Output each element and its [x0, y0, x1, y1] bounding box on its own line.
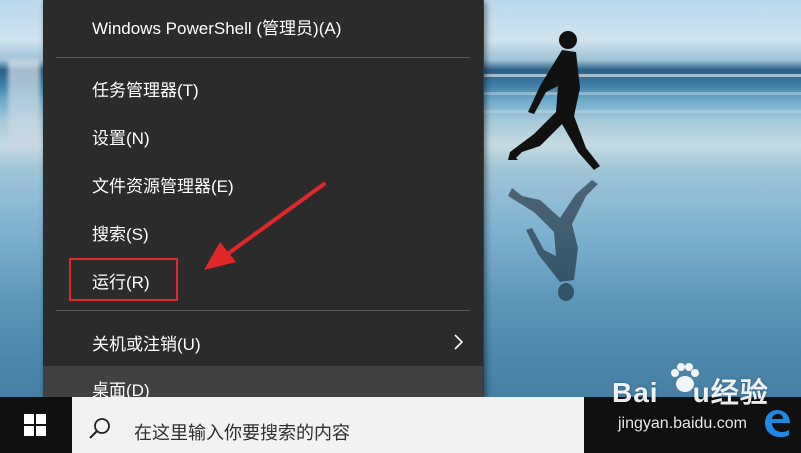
menu-item-powershell-admin[interactable]: Windows PowerShell (管理员)(A): [43, 4, 483, 48]
menu-item-label: 搜索(S): [92, 224, 149, 244]
watermark-url: jingyan.baidu.com: [618, 415, 747, 432]
menu-item-file-explorer[interactable]: 文件资源管理器(E): [43, 162, 483, 206]
menu-separator: [56, 57, 470, 58]
runner-silhouette: [508, 31, 600, 301]
menu-item-label: 设置(N): [92, 128, 150, 148]
menu-item-settings[interactable]: 设置(N): [43, 114, 483, 158]
paw-icon: [671, 363, 699, 392]
winx-context-menu: Windows PowerShell (管理员)(A) 任务管理器(T) 设置(…: [43, 0, 484, 426]
annotation-highlight-box: [69, 258, 178, 301]
menu-item-label: 文件资源管理器(E): [92, 176, 234, 196]
search-icon: [89, 418, 110, 439]
baidu-jingyan-watermark: Bai u经验 jingyan.baidu.com: [606, 355, 801, 445]
menu-separator: [56, 310, 470, 311]
desktop-icon-blurred[interactable]: [8, 60, 40, 150]
menu-item-label: 任务管理器(T): [92, 80, 199, 100]
menu-item-shutdown-signout[interactable]: 关机或注销(U): [43, 320, 483, 364]
menu-item-task-manager[interactable]: 任务管理器(T): [43, 66, 483, 110]
search-placeholder: 在这里输入你要搜索的内容: [134, 423, 350, 443]
taskbar-search-box[interactable]: 在这里输入你要搜索的内容: [72, 397, 584, 453]
windows-logo-icon: [24, 414, 46, 436]
start-button[interactable]: [0, 397, 70, 453]
menu-item-label: Windows PowerShell (管理员)(A): [92, 18, 342, 38]
chevron-right-icon: [454, 334, 464, 350]
menu-item-label: 关机或注销(U): [92, 334, 201, 354]
menu-item-search[interactable]: 搜索(S): [43, 210, 483, 254]
